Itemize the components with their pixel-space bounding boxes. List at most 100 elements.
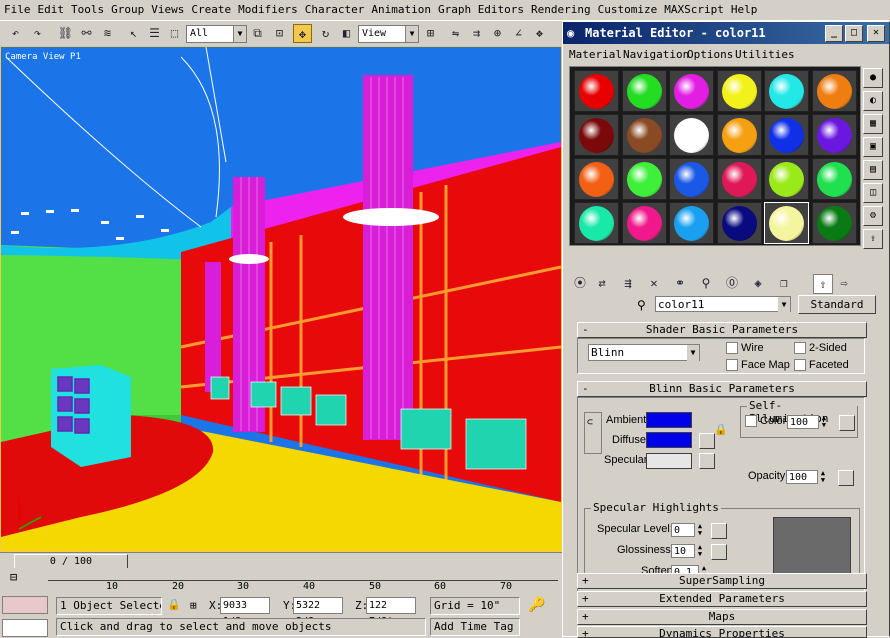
unlink-icon[interactable]: ⚯ xyxy=(77,24,96,43)
key-icon[interactable]: 🔑 xyxy=(528,597,545,613)
diffuse-map-button[interactable] xyxy=(699,433,715,449)
select-and-link-region-icon[interactable]: ⧉ xyxy=(248,24,267,43)
maxscript-listener[interactable] xyxy=(2,596,48,614)
options-icon[interactable]: ⚙ xyxy=(863,206,883,226)
face-map-checkbox[interactable]: Face Map xyxy=(726,359,790,372)
select-by-material-icon[interactable]: ⇪ xyxy=(863,229,883,249)
blinn-rollout-header[interactable]: - Blinn Basic Parameters xyxy=(577,381,867,397)
material-sample-slot[interactable] xyxy=(811,114,857,156)
redo-icon[interactable]: ↷ xyxy=(28,24,47,43)
show-end-result-icon[interactable]: ❒ xyxy=(775,274,793,292)
opacity-map-button[interactable] xyxy=(838,470,854,486)
angle-snap-icon[interactable]: ∠ xyxy=(509,24,528,43)
uv-tiling-icon[interactable]: ▣ xyxy=(863,137,883,157)
self-illum-spinner[interactable]: 100 ▲ ▼ xyxy=(787,415,826,429)
dynamics-rollout[interactable]: + Dynamics Properties xyxy=(577,626,867,638)
get-material-icon[interactable]: ⦿ xyxy=(571,274,589,292)
absolute-mode-icon[interactable]: ⊞ xyxy=(190,599,197,612)
menu-tools[interactable]: Tools xyxy=(67,0,107,16)
glossiness-map-button[interactable] xyxy=(711,544,727,560)
material-sample-slot[interactable] xyxy=(716,202,762,244)
material-name-field[interactable]: color11 ▼ xyxy=(655,296,791,312)
material-sample-slot[interactable] xyxy=(621,70,667,112)
color-lock-bracket[interactable]: ⊂ xyxy=(584,412,602,454)
material-sample-slot[interactable] xyxy=(716,114,762,156)
menu-edit[interactable]: Edit xyxy=(34,0,68,16)
material-effects-icon[interactable]: ⓪ xyxy=(723,274,741,292)
supersampling-rollout[interactable]: + SuperSampling xyxy=(577,573,867,589)
maps-rollout[interactable]: + Maps xyxy=(577,609,867,625)
named-sets-icon[interactable]: ❖ xyxy=(530,24,549,43)
select-by-name-icon[interactable]: ☰ xyxy=(145,24,164,43)
reset-map-icon[interactable]: ✕ xyxy=(645,274,663,292)
lock-icon[interactable]: 🔒 xyxy=(714,423,728,436)
material-sample-slot[interactable] xyxy=(716,158,762,200)
menu-group[interactable]: Group xyxy=(107,0,147,16)
self-illum-color-checkbox[interactable]: Color xyxy=(745,415,786,428)
menu-navigation[interactable]: Navigation xyxy=(623,48,689,61)
lock-icon[interactable]: 🔒 xyxy=(167,598,181,611)
z-coord-field[interactable]: 122 7/8' xyxy=(366,597,416,627)
mirror-icon[interactable]: ⇋ xyxy=(446,24,465,43)
video-color-check-icon[interactable]: ▤ xyxy=(863,160,883,180)
go-forward-sibling-icon[interactable]: ⇨ xyxy=(835,274,853,292)
opacity-spinner[interactable]: 100 ▲ ▼ xyxy=(786,470,825,484)
menu-utilities[interactable]: Utilities xyxy=(735,48,795,61)
select-scale-icon[interactable]: ◧ xyxy=(337,24,356,43)
put-library-icon[interactable]: ⚲ xyxy=(697,274,715,292)
rect-region-icon[interactable]: ⬚ xyxy=(165,24,184,43)
menu-graph-editors[interactable]: Graph Editors xyxy=(434,0,527,16)
viewport-label[interactable]: Camera View P1 xyxy=(5,52,81,62)
material-sample-slot[interactable] xyxy=(574,202,619,244)
crossing-icon[interactable]: ⊡ xyxy=(270,24,289,43)
go-to-parent-icon[interactable]: ⇧ xyxy=(813,274,833,294)
material-sample-slot[interactable] xyxy=(621,158,667,200)
wire-checkbox[interactable]: Wire xyxy=(726,342,764,355)
material-sample-slot[interactable] xyxy=(764,202,809,244)
material-sample-slot[interactable] xyxy=(669,158,714,200)
faceted-checkbox[interactable]: Faceted xyxy=(794,359,849,372)
material-sample-slot[interactable] xyxy=(574,114,619,156)
material-sample-slot[interactable] xyxy=(574,70,619,112)
maximize-icon[interactable]: □ xyxy=(845,25,863,42)
selection-filter-dropdown[interactable]: All ▼ xyxy=(186,25,247,43)
curve-editor-icon[interactable]: ⊟ xyxy=(10,570,26,586)
assign-material-icon[interactable]: ⇶ xyxy=(619,274,637,292)
select-link-icon[interactable]: ⛓ xyxy=(56,24,75,43)
snap-icon[interactable]: ⊕ xyxy=(488,24,507,43)
ambient-color-swatch[interactable] xyxy=(646,412,692,428)
menu-create[interactable]: Create xyxy=(187,0,234,16)
menu-views[interactable]: Views xyxy=(147,0,187,16)
close-icon[interactable]: ✕ xyxy=(867,25,885,42)
y-coord-field[interactable]: 5322 2/8 xyxy=(293,597,343,627)
specular-map-button[interactable] xyxy=(699,453,715,469)
time-slider[interactable]: 0 / 100 xyxy=(0,552,562,569)
specular-color-swatch[interactable] xyxy=(646,453,692,469)
menu-file[interactable]: File xyxy=(0,0,34,16)
material-sample-slot[interactable] xyxy=(716,70,762,112)
diffuse-color-swatch[interactable] xyxy=(646,432,692,448)
material-sample-slot[interactable] xyxy=(764,158,809,200)
material-sample-slot[interactable] xyxy=(621,202,667,244)
select-rotate-icon[interactable]: ↻ xyxy=(316,24,335,43)
spec-level-spinner[interactable]: 0 ▲ ▼ xyxy=(671,523,702,537)
reference-coord-dropdown[interactable]: View ▼ xyxy=(358,25,419,43)
pick-material-icon[interactable]: ⚲ xyxy=(637,298,646,312)
minimize-icon[interactable]: _ xyxy=(825,25,843,42)
material-sample-slot[interactable] xyxy=(811,202,857,244)
menu-rendering[interactable]: Rendering xyxy=(527,0,594,16)
select-move-icon[interactable]: ✥ xyxy=(293,24,312,43)
undo-icon[interactable]: ↶ xyxy=(6,24,25,43)
material-sample-slot[interactable] xyxy=(669,70,714,112)
x-coord-field[interactable]: 9033 1/8 xyxy=(220,597,270,627)
material-sample-slot[interactable] xyxy=(669,202,714,244)
material-sample-slot[interactable] xyxy=(669,114,714,156)
menu-help[interactable]: Help xyxy=(727,0,761,16)
menu-customize[interactable]: Customize xyxy=(594,0,661,16)
sample-type-icon[interactable]: ● xyxy=(863,68,883,88)
menu-character[interactable]: Character xyxy=(301,0,368,16)
menu-maxscript[interactable]: MAXScript xyxy=(660,0,727,16)
material-sample-slot[interactable] xyxy=(811,70,857,112)
make-unique-icon[interactable]: ⚭ xyxy=(671,274,689,292)
self-illum-map-button[interactable] xyxy=(839,415,855,431)
